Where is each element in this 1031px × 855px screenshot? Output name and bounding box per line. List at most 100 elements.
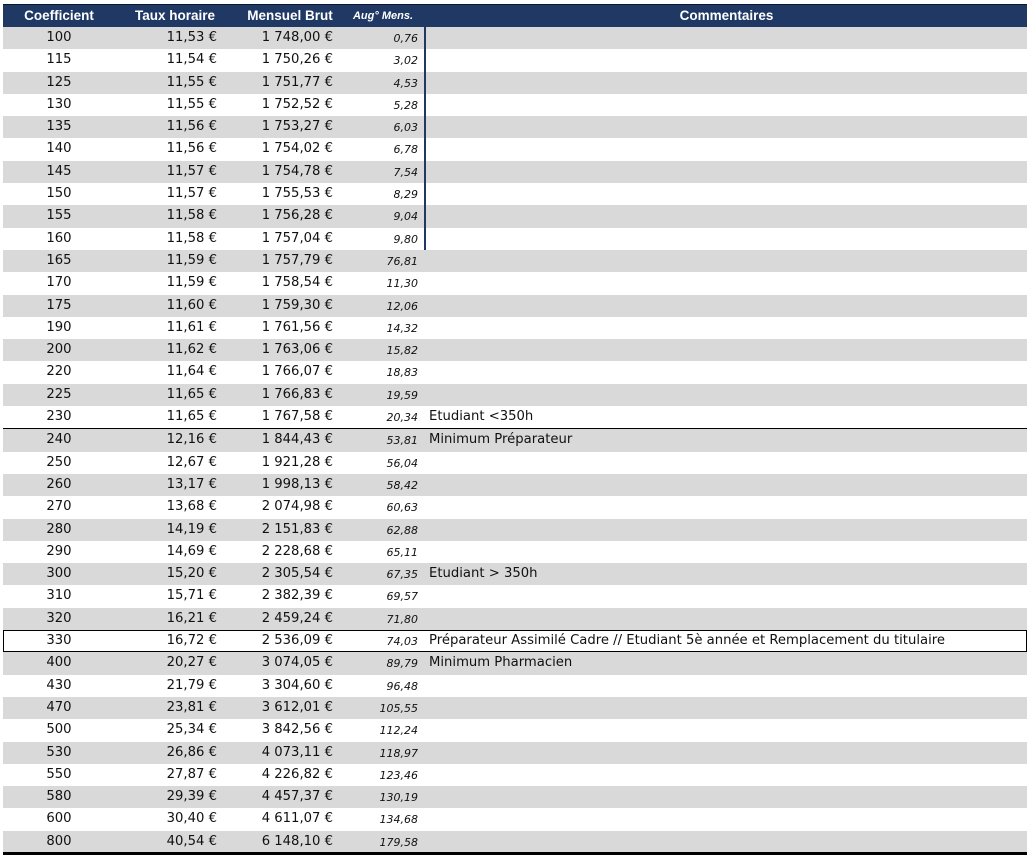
cell-augmentation: 71,80 [386, 612, 419, 626]
cell-augmentation: 76,81 [386, 254, 419, 268]
cell-coefficient: 580 [46, 789, 72, 805]
cell-taux-horaire: 11,53 € [166, 30, 217, 45]
cell-coefficient: 500 [46, 722, 72, 738]
table-row: 125 11,55 € 1 751,77 € 4,53 [3, 71, 1027, 94]
table-row: 260 13,17 € 1 998,13 € 58,42 [3, 473, 1027, 497]
cell-taux-horaire: 11,61 € [166, 319, 217, 335]
cell-mensuel-brut: 1 752,52 € [261, 96, 333, 112]
cell-augmentation: 69,57 [386, 590, 419, 604]
cell-mensuel-brut: 2 536,09 € [261, 633, 333, 649]
cell-commentaire [428, 786, 429, 808]
cell-coefficient: 145 [46, 163, 72, 179]
cell-commentaire [428, 474, 429, 496]
cell-coefficient: 400 [46, 655, 72, 671]
cell-commentaire [428, 585, 429, 607]
cell-taux-horaire: 11,55 € [166, 96, 217, 112]
cell-taux-horaire: 40,54 € [166, 833, 217, 849]
header-coefficient: Coefficient [24, 8, 94, 23]
header-mensuel-brut: Mensuel Brut [247, 8, 333, 23]
cell-mensuel-brut: 1 763,06 € [261, 342, 333, 358]
table-row: 310 15,71 € 2 382,39 € 69,57 [3, 585, 1027, 608]
table-row: 500 25,34 € 3 842,56 € 112,24 [3, 719, 1027, 742]
header-augmentation: Aug° Mens. [352, 10, 413, 22]
cell-mensuel-brut: 1 766,07 € [261, 364, 333, 380]
cell-coefficient: 320 [46, 610, 72, 626]
cell-taux-horaire: 13,68 € [166, 499, 217, 515]
cell-mensuel-brut: 1 755,53 € [261, 186, 333, 202]
cell-taux-horaire: 11,56 € [166, 141, 217, 157]
cell-taux-horaire: 11,59 € [166, 252, 217, 268]
cell-augmentation: 8,29 [393, 188, 419, 202]
cell-coefficient: 220 [46, 364, 72, 380]
cell-augmentation: 118,97 [379, 746, 419, 760]
cell-coefficient: 150 [46, 186, 72, 202]
cell-coefficient: 310 [46, 588, 72, 604]
cell-augmentation: 179,58 [379, 835, 419, 849]
cell-mensuel-brut: 1 757,04 € [261, 230, 333, 246]
cell-commentaire [428, 49, 429, 71]
cell-taux-horaire: 12,16 € [166, 432, 217, 448]
cell-coefficient: 175 [46, 297, 72, 313]
cell-mensuel-brut: 2 074,98 € [261, 499, 333, 515]
cell-mensuel-brut: 4 457,37 € [261, 789, 333, 805]
cell-augmentation: 14,32 [386, 321, 419, 335]
table-row: 150 11,57 € 1 755,53 € 8,29 [3, 183, 1027, 206]
cell-commentaire [428, 228, 429, 250]
cell-taux-horaire: 26,86 € [166, 744, 217, 760]
cell-coefficient: 530 [46, 744, 72, 760]
cell-commentaire [428, 205, 429, 227]
cell-coefficient: 300 [46, 566, 72, 582]
cell-coefficient: 260 [46, 476, 72, 492]
cell-taux-horaire: 11,58 € [166, 230, 217, 246]
table-row: 170 11,59 € 1 758,54 € 11,30 [3, 272, 1027, 295]
cell-augmentation: 0,76 [393, 32, 419, 45]
cell-augmentation: 62,88 [386, 523, 419, 537]
cell-augmentation: 11,30 [386, 277, 419, 291]
cell-augmentation: 67,35 [386, 568, 419, 582]
cell-commentaire [428, 719, 429, 741]
cell-commentaire [428, 183, 429, 205]
cell-taux-horaire: 13,17 € [166, 476, 217, 492]
cell-coefficient: 280 [46, 521, 72, 537]
cell-mensuel-brut: 4 226,82 € [261, 766, 333, 782]
table-row: 200 11,62 € 1 763,06 € 15,82 [3, 339, 1027, 362]
cell-coefficient: 160 [46, 230, 72, 246]
cell-mensuel-brut: 3 612,01 € [261, 699, 333, 715]
cell-taux-horaire: 11,54 € [166, 52, 217, 68]
cell-coefficient: 140 [46, 141, 72, 157]
cell-coefficient: 270 [46, 499, 72, 515]
cell-taux-horaire: 11,64 € [166, 364, 217, 380]
table-row: 530 26,86 € 4 073,11 € 118,97 [3, 741, 1027, 764]
cell-mensuel-brut: 1 759,30 € [261, 297, 333, 313]
cell-commentaire [428, 519, 429, 541]
cell-commentaire [428, 317, 429, 339]
cell-taux-horaire: 11,59 € [166, 275, 217, 291]
cell-taux-horaire: 23,81 € [166, 699, 217, 715]
cell-coefficient: 200 [46, 342, 72, 358]
cell-taux-horaire: 11,62 € [166, 342, 217, 358]
cell-taux-horaire: 11,56 € [166, 119, 217, 135]
table-row: 330 16,72 € 2 536,09 € 74,03 Préparateur Ass… [3, 630, 1027, 653]
cell-mensuel-brut: 1 756,28 € [261, 208, 333, 224]
cell-taux-horaire: 11,65 € [166, 409, 217, 425]
cell-commentaire [428, 697, 429, 719]
cell-taux-horaire: 11,65 € [166, 386, 217, 402]
cell-commentaire [428, 808, 429, 830]
cell-mensuel-brut: 3 842,56 € [261, 722, 333, 738]
cell-augmentation: 4,53 [393, 76, 419, 90]
table-row: 280 14,19 € 2 151,83 € 62,88 [3, 518, 1027, 541]
cell-mensuel-brut: 1 748,00 € [261, 30, 333, 45]
cell-mensuel-brut: 1 753,27 € [261, 119, 333, 135]
cell-mensuel-brut: 1 998,13 € [261, 476, 333, 492]
cell-augmentation: 58,42 [386, 478, 419, 492]
cell-mensuel-brut: 2 459,24 € [261, 610, 333, 626]
table-row: 470 23,81 € 3 612,01 € 105,55 [3, 696, 1027, 720]
cell-mensuel-brut: 4 611,07 € [261, 811, 333, 827]
cell-taux-horaire: 11,58 € [166, 208, 217, 224]
cell-augmentation: 65,11 [386, 545, 419, 559]
cell-coefficient: 250 [46, 454, 72, 470]
table-header: Coefficient Taux horaire Mensuel Brut Au… [3, 4, 1027, 27]
cell-commentaire: Etudiant > 350h [429, 566, 538, 582]
table-row: 400 20,27 € 3 074,05 € 89,79 Minimum Pharmac… [3, 652, 1027, 675]
table-row: 550 27,87 € 4 226,82 € 123,46 [3, 763, 1027, 787]
